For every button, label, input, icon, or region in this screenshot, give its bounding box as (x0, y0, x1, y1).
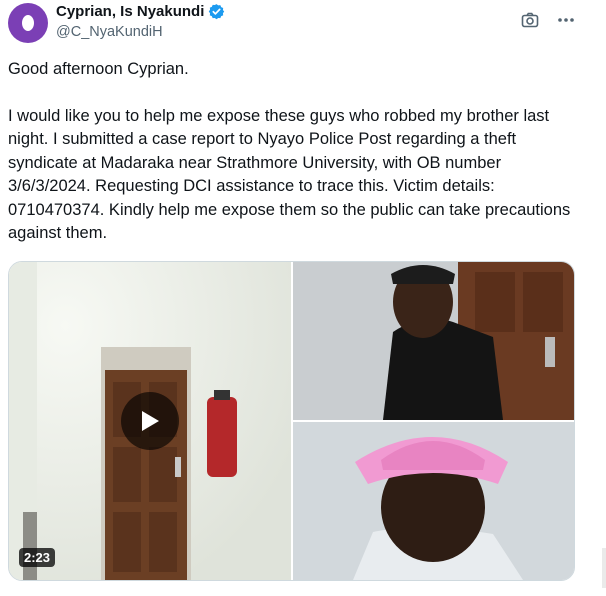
man-black-cap-image (293, 262, 574, 420)
more-icon[interactable] (556, 10, 576, 30)
media-grid: 2:23 (8, 261, 575, 581)
camera-icon[interactable] (520, 10, 540, 30)
play-button[interactable] (121, 392, 179, 450)
tweet-greeting: Good afternoon Cyprian. (8, 60, 189, 78)
video-duration-badge: 2:23 (19, 548, 56, 567)
author-name-row: Cyprian, Is Nyakundi (56, 3, 225, 20)
page-scrollbar[interactable] (602, 548, 606, 588)
play-icon (142, 411, 159, 431)
avatar-logo-icon (22, 15, 34, 31)
tweet-text: Good afternoon Cyprian. I would like you… (8, 58, 578, 246)
author-display-name[interactable]: Cyprian, Is Nyakundi (56, 3, 204, 20)
media-photo-pink-hat[interactable] (293, 422, 574, 580)
tweet-body: I would like you to help me expose these… (8, 106, 571, 243)
verified-badge-icon (209, 4, 225, 20)
media-video-hallway[interactable]: 2:23 (9, 262, 291, 580)
tweet-actions-top (520, 10, 576, 30)
media-photo-black-cap[interactable] (293, 262, 574, 420)
man-pink-hat-image (293, 422, 574, 580)
avatar[interactable] (8, 3, 48, 43)
author-handle[interactable]: @C_NyaKundiH (56, 24, 163, 40)
